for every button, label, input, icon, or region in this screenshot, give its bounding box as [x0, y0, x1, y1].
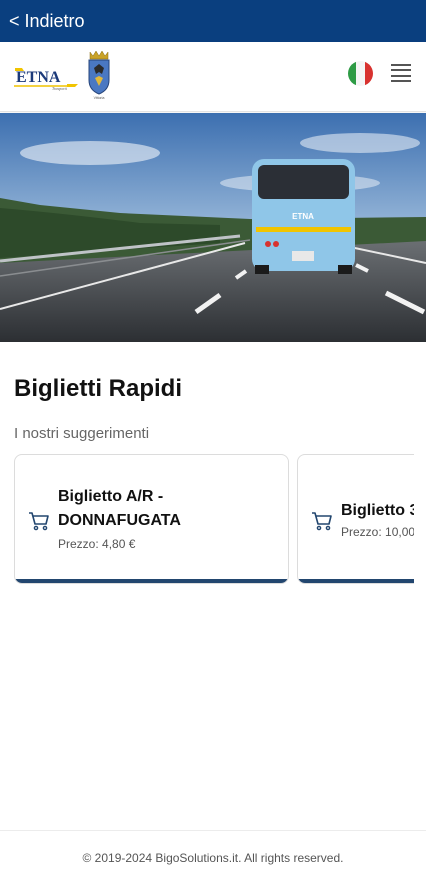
- cart-icon: [29, 512, 49, 531]
- etna-logo[interactable]: ETNA Trasporti: [12, 62, 82, 92]
- crest-caption: Vittoria: [94, 96, 105, 100]
- ticket-card[interactable]: Biglietto A/R - DONNAFUGATA Prezzo: 4,80…: [14, 454, 289, 584]
- ticket-card[interactable]: Biglietto 3 Prezzo: 10,00: [297, 454, 414, 584]
- menu-line: [391, 64, 411, 66]
- ticket-price: Prezzo: 10,00: [341, 525, 414, 539]
- city-crest-logo: Vittoria: [88, 50, 110, 100]
- hero-banner-image: ETNA: [0, 113, 426, 342]
- page-title: Biglietti Rapidi: [14, 375, 182, 402]
- footer: © 2019-2024 BigoSolutions.it. All rights…: [0, 830, 426, 893]
- quick-tickets-carousel[interactable]: Biglietto A/R - DONNAFUGATA Prezzo: 4,80…: [0, 454, 414, 586]
- logo-text: ETNA: [16, 69, 61, 86]
- menu-line: [391, 69, 411, 72]
- flag-stripe-red: [364, 61, 373, 86]
- ticket-title: Biglietto A/R - DONNAFUGATA: [58, 488, 181, 529]
- hamburger-menu-icon[interactable]: [391, 64, 411, 82]
- menu-line: [391, 79, 411, 82]
- top-navigation-bar: < Indietro: [0, 0, 426, 42]
- cart-icon: [312, 512, 332, 531]
- flag-stripe-white: [356, 61, 365, 86]
- language-flag-italian[interactable]: [348, 61, 373, 86]
- site-header: ETNA Trasporti Vittoria: [0, 42, 426, 112]
- flag-stripe-green: [348, 61, 357, 86]
- ticket-price: Prezzo: 4,80 €: [58, 537, 136, 551]
- copyright-text: © 2019-2024 BigoSolutions.it. All rights…: [82, 851, 344, 865]
- logo-subtext: Trasporti: [52, 86, 67, 91]
- suggestions-subtitle: I nostri suggerimenti: [14, 425, 150, 442]
- menu-line: [391, 74, 411, 77]
- ticket-title: Biglietto 3: [341, 502, 414, 519]
- back-button[interactable]: < Indietro: [9, 11, 85, 32]
- bus-logo-text: ETNA: [292, 212, 314, 221]
